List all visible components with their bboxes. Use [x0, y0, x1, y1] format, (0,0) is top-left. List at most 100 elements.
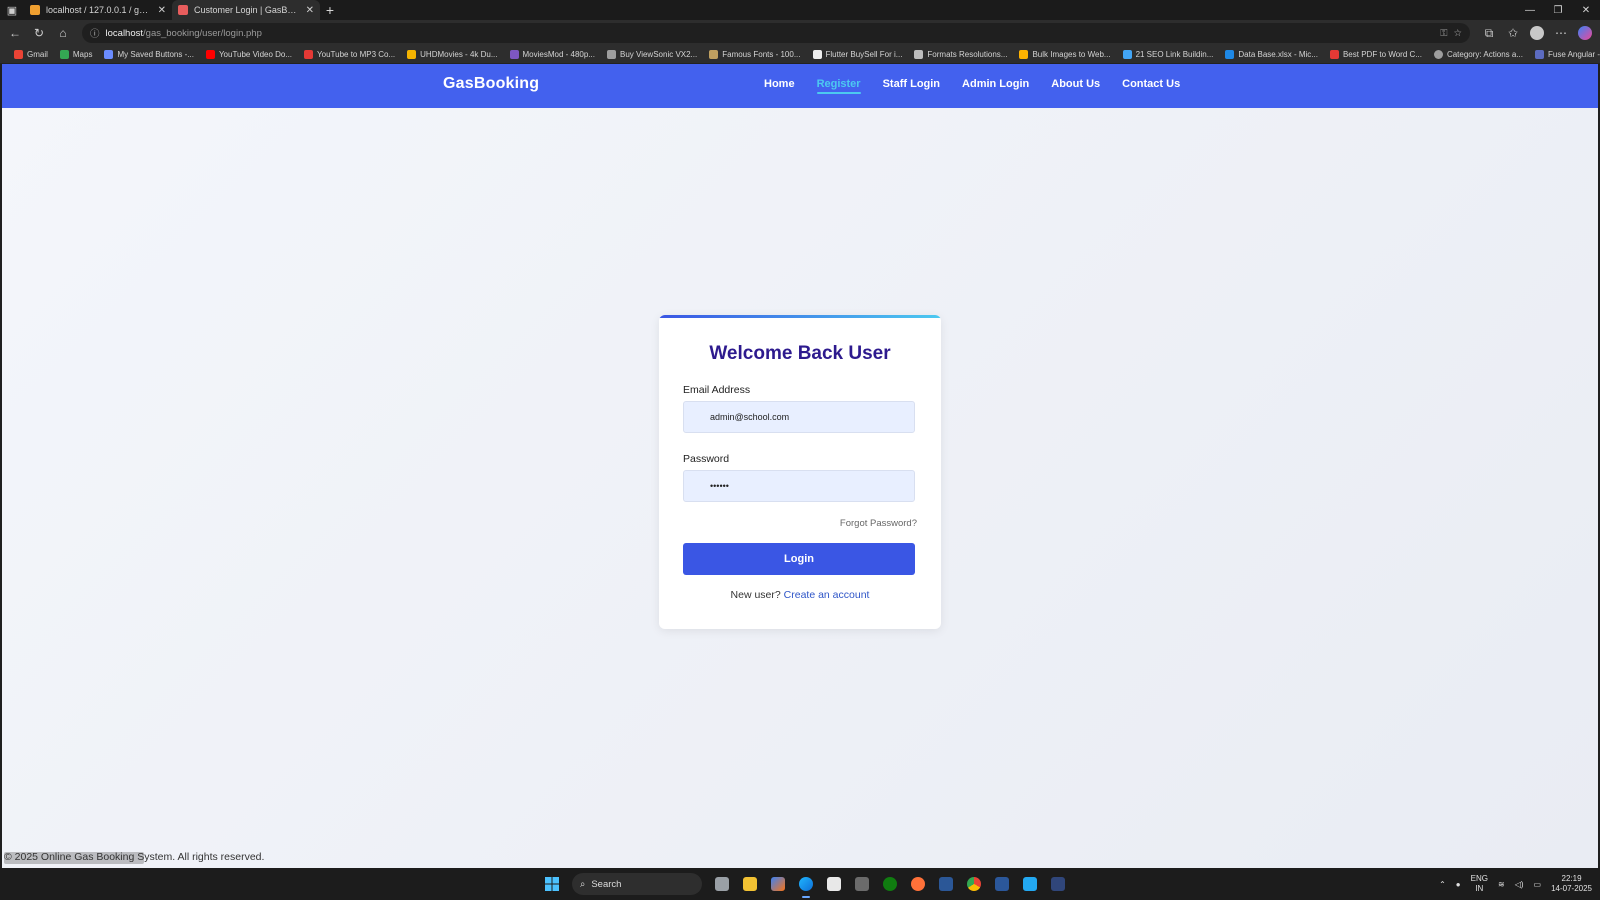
taskbar-search[interactable]: ⌕ Search — [572, 873, 702, 895]
gasbooking-favicon-icon — [178, 5, 188, 15]
bookmark-item[interactable]: MoviesMod - 480p... — [506, 50, 599, 59]
bookmark-item[interactable]: Famous Fonts - 100... — [705, 50, 804, 59]
nav-register[interactable]: Register — [816, 78, 861, 94]
bookmark-icon — [104, 50, 114, 59]
battery-icon[interactable]: ▭ — [1534, 880, 1542, 889]
bookmark-item[interactable]: YouTube Video Do... — [202, 50, 296, 59]
nav-contact-us[interactable]: Contact Us — [1122, 78, 1180, 90]
browser-tabstrip: ▣ localhost / 127.0.0.1 / gas_bookin ✕ C… — [0, 0, 1600, 20]
bookmark-item[interactable]: Flutter BuySell For i... — [809, 50, 907, 59]
close-tab-icon[interactable]: ✕ — [306, 5, 314, 16]
bookmark-icon — [304, 50, 314, 59]
bookmarks-bar: Gmail Maps My Saved Buttons -... YouTube… — [0, 46, 1600, 64]
bookmark-item[interactable]: UHDMovies - 4k Du... — [403, 50, 501, 59]
close-tab-icon[interactable]: ✕ — [158, 5, 166, 16]
tab-title: Customer Login | GasBooking — [194, 5, 300, 15]
bookmark-item[interactable]: Bulk Images to Web... — [1015, 50, 1114, 59]
login-title: Welcome Back User — [709, 343, 891, 364]
back-icon[interactable]: ← — [4, 22, 26, 44]
file-explorer-icon[interactable] — [738, 872, 762, 896]
clock[interactable]: 22:19 14-07-2025 — [1551, 874, 1592, 894]
bookmark-item[interactable]: Category: Actions a... — [1430, 50, 1527, 59]
copilot-app-icon[interactable] — [766, 872, 790, 896]
window-controls: — ❐ ✕ — [1516, 0, 1600, 20]
favorites-icon[interactable]: ✩ — [1502, 22, 1524, 44]
language-indicator[interactable]: ENG IN — [1471, 874, 1488, 894]
terminal-icon[interactable] — [934, 872, 958, 896]
app-icon[interactable] — [850, 872, 874, 896]
powershell-icon[interactable] — [1046, 872, 1070, 896]
bookmark-item[interactable]: Data Base.xlsx - Mic... — [1221, 50, 1322, 59]
bookmark-item[interactable]: Formats Resolutions... — [910, 50, 1011, 59]
xbox-icon[interactable] — [878, 872, 902, 896]
password-label: Password — [683, 453, 730, 465]
forgot-password-link[interactable]: Forgot Password? — [840, 518, 917, 529]
extensions-icon[interactable]: ⧉ — [1478, 22, 1500, 44]
site-brand[interactable]: GasBooking — [443, 75, 539, 93]
browser-tab-phpmyadmin[interactable]: localhost / 127.0.0.1 / gas_bookin ✕ — [24, 0, 172, 20]
bookmark-item[interactable]: 21 SEO Link Buildin... — [1119, 50, 1218, 59]
bookmark-icon — [1535, 50, 1544, 59]
refresh-icon[interactable]: ↻ — [28, 22, 50, 44]
favorite-star-icon[interactable]: ☆ — [1453, 28, 1462, 39]
bookmark-item[interactable]: Maps — [56, 50, 97, 59]
login-button[interactable]: Login — [683, 543, 915, 575]
word-icon[interactable] — [990, 872, 1014, 896]
windows-taskbar: ⌕ Search ⌃ ● ENG IN ≋ ◁) ▭ 22:19 14-07-2… — [0, 868, 1600, 900]
tab-title: localhost / 127.0.0.1 / gas_bookin — [46, 5, 152, 15]
tab-actions-icon[interactable]: ▣ — [0, 0, 24, 20]
more-menu-icon[interactable]: ⋯ — [1550, 22, 1572, 44]
bookmark-item[interactable]: Gmail — [10, 50, 52, 59]
nav-staff-login[interactable]: Staff Login — [883, 78, 940, 90]
bookmark-item[interactable]: YouTube to MP3 Co... — [300, 50, 399, 59]
home-icon[interactable]: ⌂ — [52, 22, 74, 44]
chrome-icon[interactable] — [962, 872, 986, 896]
password-input[interactable] — [683, 470, 915, 502]
chevron-up-icon[interactable]: ⌃ — [1439, 880, 1446, 889]
bookmark-icon — [914, 50, 924, 59]
firefox-icon[interactable] — [906, 872, 930, 896]
site-info-icon[interactable]: ⓘ — [90, 26, 100, 40]
edge-browser-icon[interactable] — [794, 872, 818, 898]
browser-tab-customer-login[interactable]: Customer Login | GasBooking ✕ — [172, 0, 320, 20]
search-icon: ⌕ — [580, 878, 586, 890]
bookmark-icon — [812, 50, 822, 59]
bookmark-icon — [709, 50, 719, 59]
nav-about-us[interactable]: About Us — [1051, 78, 1100, 90]
address-bar[interactable]: ⓘ localhost/gas_booking/user/login.php ⚿… — [82, 23, 1470, 43]
store-icon[interactable] — [822, 872, 846, 896]
bookmark-item[interactable]: Buy ViewSonic VX2... — [603, 50, 701, 59]
create-account-link[interactable]: Create an account — [784, 589, 870, 601]
browser-toolbar: ← ↻ ⌂ ⓘ localhost/gas_booking/user/login… — [0, 20, 1600, 46]
email-input[interactable] — [683, 401, 915, 433]
nav-home[interactable]: Home — [764, 78, 795, 90]
login-card: Welcome Back User Email Address Password… — [659, 315, 941, 629]
bookmark-icon — [1122, 50, 1132, 59]
maps-icon — [59, 50, 69, 59]
nav-links: Home Register Staff Login Admin Login Ab… — [764, 78, 1180, 94]
close-window-icon[interactable]: ✕ — [1572, 0, 1600, 20]
vscode-icon[interactable] — [1018, 872, 1042, 896]
key-icon[interactable]: ⚿ — [1440, 28, 1447, 39]
bookmark-item[interactable]: Best PDF to Word C... — [1326, 50, 1426, 59]
wifi-icon[interactable]: ≋ — [1498, 880, 1505, 889]
bookmark-item[interactable]: Fuse Angular - Ang... — [1531, 50, 1600, 59]
start-icon[interactable] — [540, 872, 564, 896]
bookmark-icon — [407, 50, 417, 59]
system-tray: ⌃ ● ENG IN ≋ ◁) ▭ 22:19 14-07-2025 — [1439, 868, 1592, 900]
volume-icon[interactable]: ◁) — [1515, 880, 1524, 889]
minimize-icon[interactable]: — — [1516, 0, 1544, 20]
nav-admin-login[interactable]: Admin Login — [962, 78, 1029, 90]
signup-prompt: New user? Create an account — [659, 589, 941, 601]
globe-icon — [1433, 50, 1443, 59]
profile-avatar-icon[interactable] — [1526, 22, 1548, 44]
bookmark-item[interactable]: My Saved Buttons -... — [100, 50, 197, 59]
restore-icon[interactable]: ❐ — [1544, 0, 1572, 20]
web-page: GasBooking Home Register Staff Login Adm… — [2, 64, 1598, 868]
tray-app-icon[interactable]: ● — [1456, 880, 1461, 889]
copilot-icon[interactable] — [1574, 22, 1596, 44]
task-view-icon[interactable] — [710, 872, 734, 896]
bookmark-icon — [509, 50, 519, 59]
search-placeholder: Search — [591, 878, 622, 890]
new-tab-icon[interactable]: + — [320, 0, 340, 20]
